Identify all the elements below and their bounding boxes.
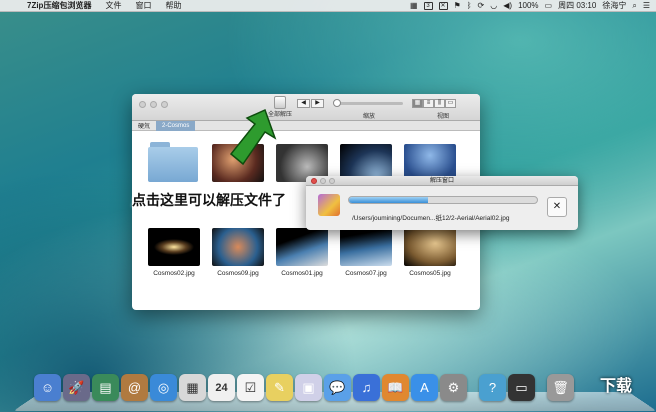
extract-icon bbox=[318, 194, 340, 216]
close-button[interactable] bbox=[139, 101, 146, 108]
list-icon[interactable]: ☰ bbox=[643, 1, 650, 10]
user-name[interactable]: 徐海宁 bbox=[602, 0, 626, 11]
reminders-icon[interactable]: ☑ bbox=[237, 374, 264, 401]
zoom-label: 缩放 bbox=[362, 114, 375, 120]
status-flag-icon[interactable]: ⚑ bbox=[454, 1, 461, 10]
safari-icon[interactable]: ◎ bbox=[150, 374, 177, 401]
breadcrumb-root[interactable]: 硬氘 bbox=[132, 121, 156, 130]
file-name: Cosmos02.jpg bbox=[153, 270, 195, 277]
dialog-title: 解压窗口 bbox=[429, 178, 454, 184]
ibooks-icon[interactable]: 📖 bbox=[382, 374, 409, 401]
status-bluetooth-icon[interactable]: ᛒ bbox=[467, 1, 472, 10]
thumbnail-cosmos01[interactable] bbox=[276, 228, 328, 266]
zoom-slider[interactable] bbox=[333, 99, 403, 107]
launchpad-icon[interactable]: 🚀 bbox=[63, 374, 90, 401]
photo-icon[interactable]: ▦ bbox=[179, 374, 206, 401]
help-icon[interactable]: ? bbox=[479, 374, 506, 401]
forward-button[interactable]: ▶ bbox=[311, 99, 324, 108]
dialog-zoom-button[interactable] bbox=[329, 178, 335, 184]
notes-icon[interactable]: ✎ bbox=[266, 374, 293, 401]
window-controls bbox=[139, 101, 168, 108]
app-menu[interactable]: 7Zip压缩包浏览器 bbox=[20, 0, 98, 12]
green-arrow-icon bbox=[229, 108, 277, 166]
menu-bar: 7Zip压缩包浏览器 文件 窗口 帮助 ▦ 3 ✕ ⚑ ᛒ ⟳ ◡ ◀) 100… bbox=[0, 0, 656, 12]
progress-fill bbox=[349, 197, 428, 203]
volume-icon[interactable]: ◀) bbox=[503, 1, 512, 10]
nav-buttons: ◀ ▶ bbox=[297, 99, 324, 108]
battery-icon: ▭ bbox=[544, 1, 553, 10]
dialog-controls bbox=[311, 178, 335, 184]
thumbnail-cosmos02[interactable] bbox=[148, 228, 200, 266]
dialog-close-button[interactable] bbox=[311, 178, 317, 184]
list-view-button[interactable]: ≡ bbox=[423, 99, 434, 108]
calendar-icon[interactable]: 24 bbox=[208, 374, 235, 401]
folder-icon[interactable] bbox=[148, 142, 198, 182]
menu-file[interactable]: 文件 bbox=[98, 0, 128, 12]
progress-bar bbox=[348, 196, 538, 204]
app-store-icon[interactable]: A bbox=[411, 374, 438, 401]
battery-label[interactable]: 100% bbox=[518, 1, 538, 10]
terminal-icon[interactable]: ▭ bbox=[508, 374, 535, 401]
contacts-icon[interactable]: @ bbox=[121, 374, 148, 401]
dialog-minimize-button[interactable] bbox=[320, 178, 326, 184]
dock-items: ☺ 🚀 ▤ @ ◎ ▦ 24 ☑ ✎ ▣ 💬 ♫ 📖 A ⚙? ▭ 🗑 bbox=[34, 374, 574, 401]
file-name: Cosmos07.jpg bbox=[345, 270, 387, 277]
status-sync-icon[interactable]: ⟳ bbox=[478, 1, 485, 10]
trash-icon[interactable]: 🗑 bbox=[547, 374, 574, 401]
menu-help[interactable]: 帮助 bbox=[158, 0, 188, 12]
view-label: 视图 bbox=[436, 114, 449, 120]
clock[interactable]: 周四 03:10 bbox=[558, 0, 596, 11]
cover-view-button[interactable]: ▭ bbox=[445, 99, 456, 108]
minimize-button[interactable] bbox=[150, 101, 157, 108]
instruction-text: 点击这里可以解压文件了 bbox=[132, 193, 286, 209]
status-icon[interactable]: ▦ bbox=[410, 1, 418, 10]
column-view-button[interactable]: ⫼ bbox=[434, 99, 445, 108]
view-switcher: ▦ ≡ ⫼ ▭ bbox=[412, 99, 456, 108]
thumbnail-cosmos09[interactable] bbox=[212, 228, 264, 266]
slider-handle[interactable] bbox=[333, 99, 341, 107]
menu-window[interactable]: 窗口 bbox=[128, 0, 158, 12]
thumbnail-cosmos05[interactable] bbox=[404, 228, 456, 266]
mission-control-icon[interactable]: ▤ bbox=[92, 374, 119, 401]
back-button[interactable]: ◀ bbox=[297, 99, 310, 108]
watermark: 下载 bbox=[600, 378, 633, 395]
finder-icon[interactable]: ☺ bbox=[34, 374, 61, 401]
dialog-titlebar: 解压窗口 bbox=[306, 176, 578, 186]
status-count[interactable]: 3 bbox=[423, 1, 433, 10]
preview-icon[interactable]: ▣ bbox=[295, 374, 322, 401]
status-x-icon[interactable]: ✕ bbox=[438, 1, 448, 10]
file-name: Cosmos09.jpg bbox=[217, 270, 259, 277]
thumbnail-cosmos07[interactable] bbox=[340, 228, 392, 266]
cancel-button[interactable]: ✕ bbox=[547, 197, 567, 217]
dock: ☺ 🚀 ▤ @ ◎ ▦ 24 ☑ ✎ ▣ 💬 ♫ 📖 A ⚙? ▭ 🗑 bbox=[13, 368, 656, 412]
system-prefs-icon[interactable]: ⚙ bbox=[440, 374, 467, 401]
icon-view-button[interactable]: ▦ bbox=[412, 99, 423, 108]
extract-dialog: 解压窗口 /Users/joumining/Documen...纸12/2-Ae… bbox=[306, 176, 578, 230]
file-name: Cosmos05.jpg bbox=[409, 270, 451, 277]
search-icon[interactable]: ⌕ bbox=[632, 1, 636, 11]
breadcrumb-current[interactable]: 2-Cosmos bbox=[156, 120, 196, 131]
itunes-icon[interactable]: ♫ bbox=[353, 374, 380, 401]
messages-icon[interactable]: 💬 bbox=[324, 374, 351, 401]
zoom-button[interactable] bbox=[161, 101, 168, 108]
file-name: Cosmos01.jpg bbox=[281, 270, 323, 277]
extract-path: /Users/joumining/Documen...纸12/2-Aerial/… bbox=[352, 215, 510, 222]
wifi-icon[interactable]: ◡ bbox=[490, 1, 497, 10]
breadcrumb: 硬氘 2-Cosmos bbox=[132, 120, 480, 131]
window-toolbar: 全部解压 ◀ ▶ 缩放 ▦ ≡ ⫼ ▭ 视图 bbox=[132, 94, 480, 121]
